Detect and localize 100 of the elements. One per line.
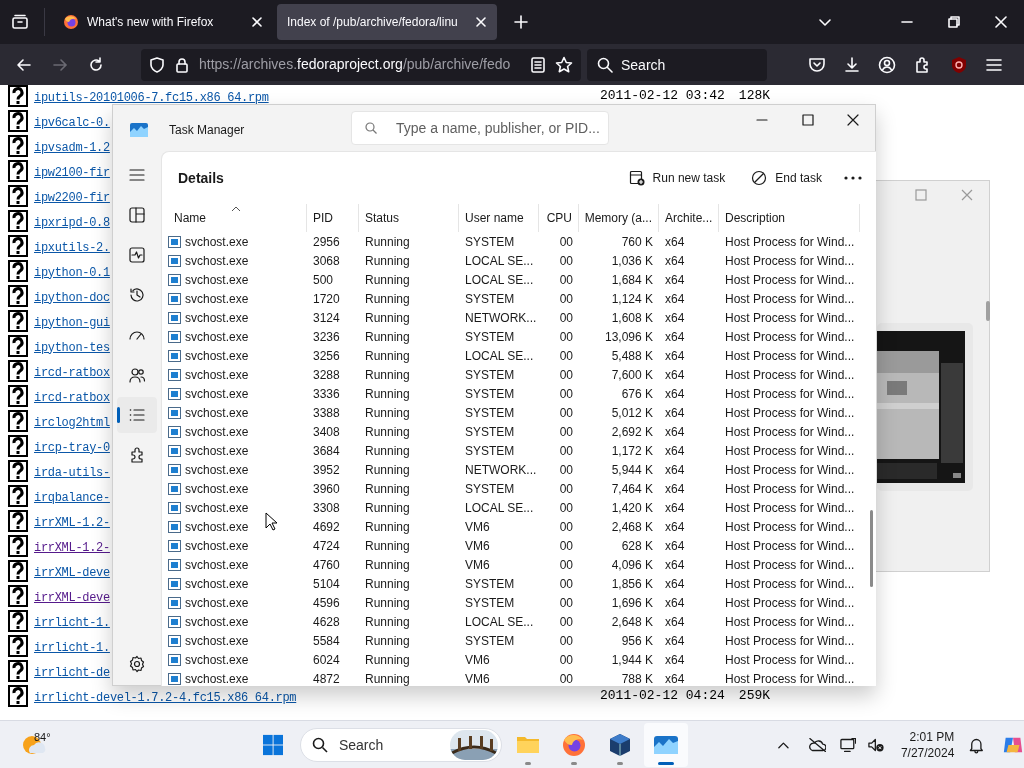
table-cell-text: svchost.exe (185, 290, 249, 308)
table-cell-text: Host Process for Wind... (725, 480, 855, 498)
file-link[interactable]: iputils-20101006-7.fc15.x86_64.rpm (34, 90, 269, 105)
table-cell-text: x64 (665, 537, 685, 555)
file-link[interactable]: ipython-gui (34, 315, 110, 330)
maximize-icon[interactable] (802, 114, 814, 126)
file-link[interactable]: ipvsadm-1.2 (34, 140, 110, 155)
file-link[interactable]: irrlicht-1. (34, 640, 110, 655)
reader-view-icon[interactable] (531, 56, 545, 73)
file-link[interactable]: irda-utils- (34, 465, 110, 480)
table-cell-text: 3960 (313, 480, 340, 498)
weather-widget[interactable]: 84° (20, 732, 57, 757)
cloud-off-icon[interactable] (807, 736, 826, 753)
shield-extension-icon[interactable] (950, 55, 968, 74)
list-icon (128, 406, 146, 424)
table-cell-text: svchost.exe (185, 556, 249, 574)
back-icon[interactable] (16, 56, 32, 73)
restore-icon[interactable] (948, 16, 960, 28)
reload-icon[interactable] (88, 56, 104, 73)
file-link[interactable]: ipxripd-0.8 (34, 215, 110, 230)
file-link[interactable]: ircp-tray-0 (34, 440, 110, 455)
table-cell-text: x64 (665, 461, 685, 479)
end-task-button[interactable]: End task (743, 163, 830, 193)
table-cell-text: 3124 (313, 309, 340, 327)
file-link[interactable]: irqbalance- (34, 490, 110, 505)
unknown-file-icon (8, 184, 28, 207)
file-link[interactable]: irclog2html (34, 415, 110, 430)
column-header[interactable]: Description (719, 204, 860, 232)
app-icon (130, 123, 148, 137)
unknown-file-icon (8, 509, 28, 532)
file-link[interactable]: ipython-doc (34, 290, 110, 305)
column-header[interactable]: User name (459, 204, 539, 232)
file-link[interactable]: irrlicht-1. (34, 615, 110, 630)
close-icon[interactable] (847, 114, 859, 126)
table-cell-text: Running (365, 594, 410, 612)
table-cell-text: 956 K (621, 632, 653, 650)
search-field[interactable]: Search (587, 48, 767, 81)
scrollbar-thumb[interactable] (986, 301, 990, 321)
table-cell-text: Host Process for Wind... (725, 309, 855, 327)
column-header[interactable]: Memory (a... (579, 204, 659, 232)
table-cell-text: svchost.exe (185, 366, 249, 384)
table-cell-text: x64 (665, 328, 685, 346)
file-link[interactable]: ipython-0.1 (34, 265, 110, 280)
star-icon[interactable] (555, 55, 573, 74)
file-link[interactable]: ipxutils-2. (34, 240, 110, 255)
column-header[interactable]: Status (359, 204, 459, 232)
tab-title: Index of /pub/archive/fedora/linu (287, 14, 459, 31)
more-icon[interactable] (844, 176, 862, 180)
table-cell-text: svchost.exe (185, 385, 249, 403)
column-header[interactable]: PID (307, 204, 359, 232)
run-new-task-button[interactable]: Run new task (620, 163, 734, 193)
file-link[interactable]: ircd-ratbox (34, 390, 110, 405)
account-icon[interactable] (878, 55, 896, 74)
file-link[interactable]: ipw2100-fir (34, 165, 110, 180)
table-cell-text: SYSTEM (465, 594, 515, 612)
table-cell-text: SYSTEM (465, 423, 515, 441)
file-link[interactable]: ipython-tes (34, 340, 110, 355)
file-link[interactable]: ipv6calc-0. (34, 115, 110, 130)
forward-icon (52, 56, 68, 73)
table-cell-text: Host Process for Wind... (725, 499, 855, 517)
monitor-icon[interactable] (839, 736, 857, 753)
nav-button[interactable] (117, 397, 157, 433)
file-link[interactable]: irrXML-deve (34, 565, 110, 580)
column-header[interactable]: Name (162, 204, 307, 232)
file-link[interactable]: irrXML-1.2- (34, 540, 110, 555)
table-cell-text: SYSTEM (465, 328, 515, 346)
file-link[interactable]: irrlicht-devel-1.7.2-4.fc15.x86_64.rpm (34, 690, 297, 705)
table-cell-text: Running (365, 347, 410, 365)
file-link[interactable]: ircd-ratbox (34, 365, 110, 380)
table-cell-text: 00 (559, 290, 573, 308)
table-cell-text: Running (365, 632, 410, 650)
table-cell-text: 6024 (313, 651, 340, 669)
table-cell-text: Host Process for Wind... (725, 594, 855, 612)
file-link[interactable]: ipw2200-fir (34, 190, 110, 205)
column-header[interactable]: Archite... (659, 204, 719, 232)
browser-tab[interactable]: What's new with Firefox (53, 4, 273, 40)
unknown-file-icon (8, 284, 28, 307)
speaker-muted-icon[interactable] (868, 736, 885, 753)
table-cell-text: SYSTEM (465, 385, 515, 403)
browser-tab[interactable]: Index of /pub/archive/fedora/linu (277, 4, 497, 40)
search-field[interactable]: Type a name, publisher, or PID... (351, 111, 609, 145)
taskbar-app[interactable] (643, 722, 688, 767)
pocket-icon[interactable] (808, 56, 826, 73)
menu-icon[interactable] (986, 57, 1002, 72)
table-cell-text: x64 (665, 233, 685, 251)
table-cell-text: svchost.exe (185, 442, 249, 460)
new-tab-icon[interactable] (513, 14, 529, 30)
column-header[interactable]: CPU (539, 204, 579, 232)
chevron-up-icon[interactable] (776, 739, 790, 750)
scrollbar-thumb[interactable] (870, 510, 873, 587)
table-cell-text: 00 (559, 556, 573, 574)
file-link[interactable]: irrXML-deve (34, 590, 110, 605)
windows-icon[interactable] (262, 733, 283, 756)
clock[interactable]: 2:01 PM 7/27/2024 (900, 728, 955, 761)
download-icon[interactable] (844, 56, 860, 73)
address-bar[interactable]: https://archives.fedoraproject.org/pub/archive/fedo (141, 48, 581, 81)
file-link[interactable]: irrXML-1.2- (34, 515, 110, 530)
history-icon (128, 286, 146, 304)
file-link[interactable]: irrlicht-de (34, 665, 110, 680)
table-cell-text: Running (365, 290, 410, 308)
